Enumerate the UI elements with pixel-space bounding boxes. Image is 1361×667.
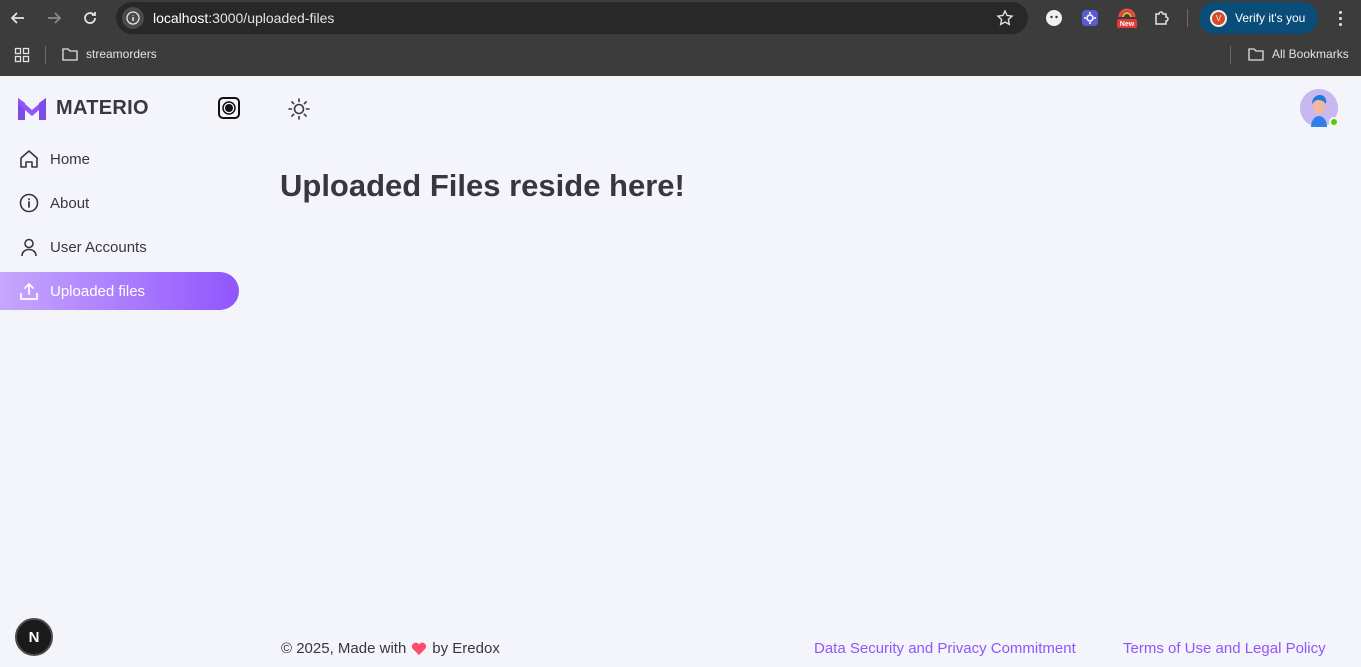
all-bookmarks-button[interactable]: All Bookmarks	[1248, 47, 1349, 61]
sidebar-item-uploaded-files[interactable]: Uploaded files	[0, 272, 239, 310]
sidebar-toggle-button[interactable]	[218, 97, 240, 119]
browser-menu-icon[interactable]	[1330, 6, 1350, 30]
bookmarks-bar: streamorders All Bookmarks	[0, 36, 1361, 76]
user-avatar[interactable]	[1300, 89, 1339, 127]
folder-icon	[1248, 48, 1264, 61]
bookmark-divider-right	[1230, 46, 1231, 64]
profile-label: Verify it's you	[1235, 11, 1306, 25]
reload-icon	[84, 12, 96, 24]
arrow-left-icon	[10, 12, 24, 24]
toolbar-divider	[1187, 9, 1188, 27]
sun-icon	[288, 98, 310, 120]
bookmark-streamorders[interactable]: streamorders	[62, 47, 157, 61]
browser-toolbar: localhost:3000/uploaded-files New V Veri…	[0, 0, 1361, 36]
logo-text: MATERIO	[56, 97, 149, 119]
sidebar-item-about[interactable]: About	[0, 184, 239, 222]
back-button[interactable]	[6, 6, 30, 30]
bookmark-star-icon[interactable]	[996, 9, 1014, 32]
arrow-right-icon	[48, 12, 62, 24]
sidebar-item-label: Uploaded files	[50, 282, 146, 300]
bookmark-label: streamorders	[86, 47, 157, 61]
bookmark-divider	[45, 46, 46, 64]
materio-logo-icon	[18, 97, 46, 120]
all-bookmarks-label: All Bookmarks	[1272, 47, 1349, 61]
upload-icon	[18, 280, 40, 302]
extension-gear-icon[interactable]	[1079, 7, 1101, 29]
folder-icon	[62, 48, 78, 61]
sidebar-item-home[interactable]: Home	[0, 140, 239, 178]
home-icon	[18, 148, 40, 170]
theme-toggle-button[interactable]	[287, 97, 311, 121]
sidebar-item-label: User Accounts	[50, 238, 147, 256]
extension-face-icon[interactable]	[1043, 7, 1065, 29]
footer-credit: © 2025, Made with by Eredox	[281, 640, 500, 657]
url-text: localhost:3000/uploaded-files	[153, 10, 335, 26]
extension-new-icon[interactable]: New	[1115, 7, 1139, 29]
extensions-puzzle-icon[interactable]	[1151, 7, 1173, 29]
info-icon	[18, 192, 40, 214]
footer-made-with: © 2025, Made with	[281, 640, 407, 657]
app-logo[interactable]: MATERIO	[18, 97, 149, 120]
nextjs-devtools-button[interactable]: N	[15, 618, 53, 656]
apps-grid-icon[interactable]	[14, 47, 30, 63]
page-title: Uploaded Files reside here!	[280, 168, 685, 203]
profile-avatar-icon: V	[1210, 10, 1227, 27]
site-info-icon[interactable]	[122, 7, 144, 29]
footer-by-author: by Eredox	[432, 640, 500, 657]
radio-checked-icon	[218, 97, 240, 119]
sidebar-item-label: Home	[50, 150, 91, 168]
user-icon	[18, 236, 40, 258]
nextjs-logo-text: N	[28, 628, 40, 646]
svg-text:New: New	[1120, 21, 1135, 28]
profile-button[interactable]: V Verify it's you	[1199, 2, 1318, 34]
forward-button[interactable]	[42, 6, 66, 30]
privacy-link[interactable]: Data Security and Privacy Commitment	[814, 640, 1076, 657]
heart-icon	[412, 642, 427, 655]
online-status-badge	[1329, 117, 1339, 127]
sidebar-item-label: About	[50, 194, 90, 212]
address-bar[interactable]: localhost:3000/uploaded-files	[116, 2, 1028, 34]
sidebar-item-user-accounts[interactable]: User Accounts	[0, 228, 239, 266]
reload-button[interactable]	[78, 6, 102, 30]
terms-link[interactable]: Terms of Use and Legal Policy	[1123, 640, 1326, 657]
